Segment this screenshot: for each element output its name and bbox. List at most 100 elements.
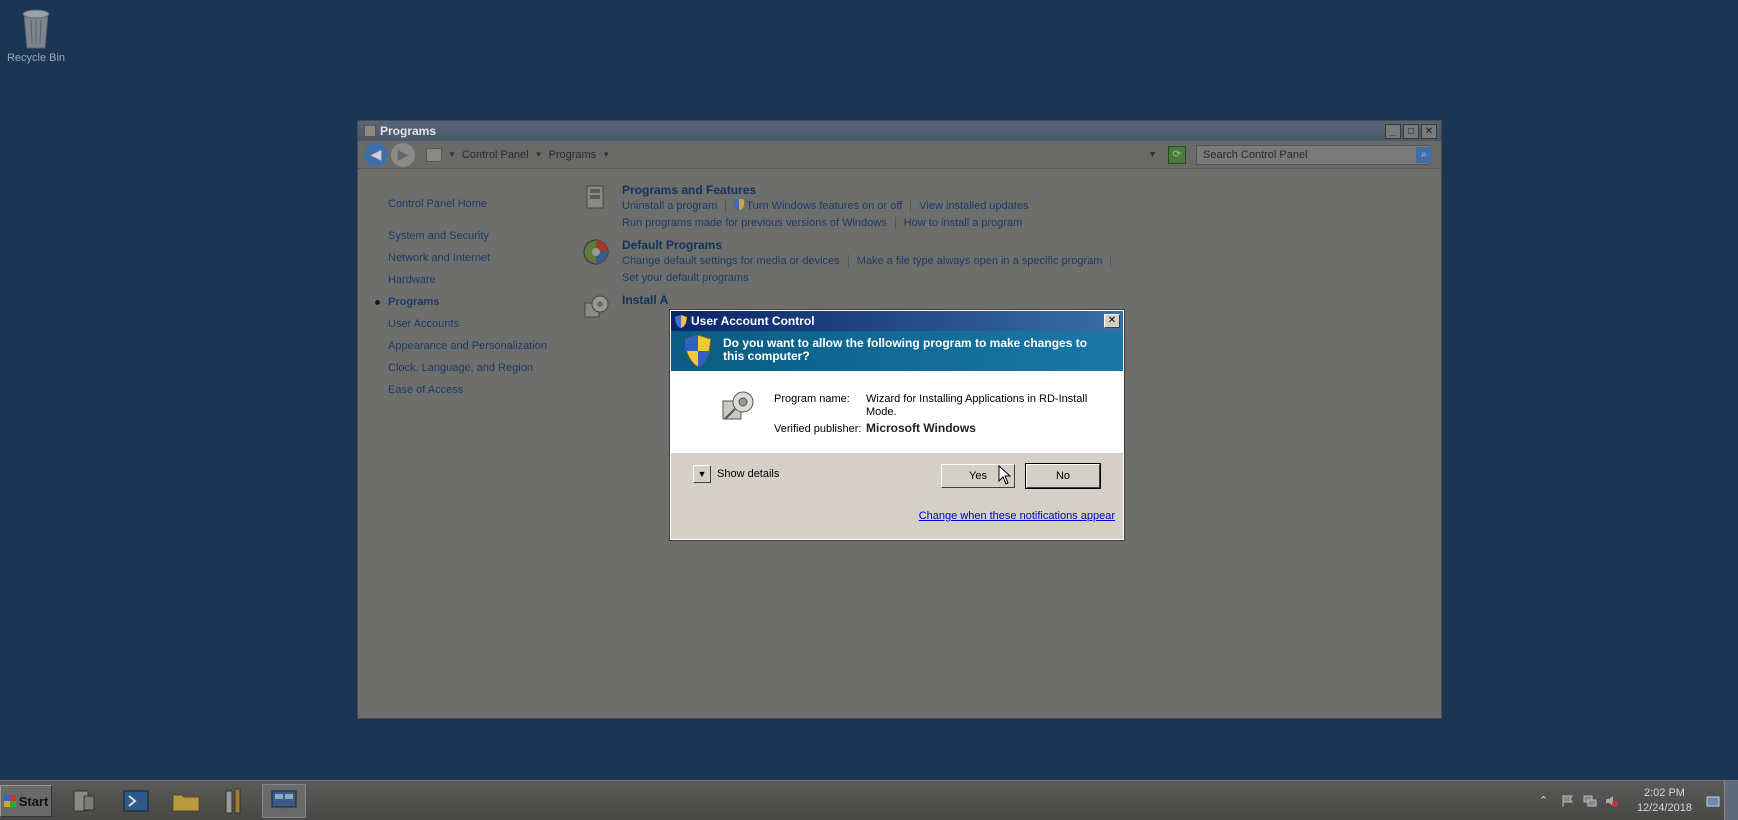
link-separator	[847, 255, 849, 268]
back-arrow-icon: ◀	[370, 146, 382, 162]
category-links: Uninstall a program Turn Windows features…	[622, 198, 1418, 215]
admin-tools-icon	[225, 788, 241, 814]
link-default-media-settings[interactable]: Change default settings for media or dev…	[622, 255, 840, 267]
volume-muted-icon[interactable]	[1605, 794, 1619, 808]
no-button[interactable]: No	[1025, 463, 1101, 489]
network-icon[interactable]	[1583, 794, 1597, 808]
link-windows-features[interactable]: Turn Windows features on or off	[746, 200, 902, 212]
change-notifications-link[interactable]: Change when these notifications appear	[919, 510, 1115, 522]
system-tray: ⌃ 2:02 PM 12/24/2018	[1535, 781, 1738, 820]
program-wizard-icon	[722, 391, 754, 420]
forward-button[interactable]: ▶	[391, 142, 415, 167]
link-set-default-programs[interactable]: Set your default programs	[622, 272, 749, 284]
shield-icon	[685, 335, 711, 367]
category-title[interactable]: Default Programs	[622, 238, 1418, 253]
notification-icon[interactable]	[1706, 794, 1720, 808]
sidebar-item-network-and-internet[interactable]: Network and Internet	[388, 247, 558, 269]
maximize-button[interactable]: □	[1403, 124, 1419, 139]
link-separator	[1110, 255, 1112, 268]
category-links: Set your default programs	[622, 270, 1418, 287]
back-button[interactable]: ◀	[364, 142, 388, 167]
uac-program-info: Program name: Wizard for Installing Appl…	[671, 371, 1123, 453]
category-list: Programs and Features Uninstall a progra…	[578, 183, 1418, 318]
chevron-right-icon[interactable]: ▼	[448, 150, 456, 159]
sidebar-item-clock-language-region[interactable]: Clock, Language, and Region	[388, 357, 558, 379]
minimize-button[interactable]: _	[1385, 124, 1401, 139]
link-separator	[894, 217, 896, 230]
uac-dialog: User Account Control ✕ Do you want to al…	[669, 309, 1125, 541]
default-programs-icon	[583, 239, 609, 265]
powershell-icon	[123, 790, 149, 812]
clock-date: 12/24/2018	[1636, 802, 1692, 814]
programs-and-features-icon	[586, 185, 604, 209]
link-view-installed-updates[interactable]: View installed updates	[919, 200, 1028, 212]
mouse-cursor-icon	[998, 465, 1012, 485]
breadcrumb-programs[interactable]: Programs	[549, 149, 597, 161]
chevron-down-icon[interactable]: ▼	[693, 465, 711, 483]
sidebar-item-system-and-security[interactable]: System and Security	[388, 225, 558, 247]
publisher-label: Verified publisher:	[774, 423, 862, 435]
window-titlebar[interactable]: Programs	[358, 121, 1441, 141]
category-title[interactable]: Programs and Features	[622, 183, 1418, 198]
breadcrumb-control-panel[interactable]: Control Panel	[462, 149, 529, 161]
shield-icon	[734, 199, 745, 210]
flag-icon[interactable]	[1561, 794, 1575, 808]
uac-question: Do you want to allow the following progr…	[723, 336, 1088, 363]
refresh-button[interactable]: ⟳	[1168, 146, 1186, 164]
start-button[interactable]: Start	[0, 785, 52, 817]
server-manager-icon	[73, 790, 95, 812]
sidebar-item-ease-of-access[interactable]: Ease of Access	[388, 379, 558, 401]
taskbar-powershell[interactable]	[114, 784, 158, 818]
address-dropdown-icon[interactable]: ▼	[1148, 149, 1157, 159]
category-title[interactable]: Install A	[622, 293, 1418, 308]
uac-footer: ▼ Show details Yes No Change when these …	[671, 453, 1123, 539]
link-separator	[910, 200, 912, 213]
recycle-bin-icon	[22, 9, 50, 49]
uac-titlebar[interactable]: User Account Control	[671, 311, 1123, 331]
window-close-button[interactable]: ✕	[1421, 124, 1437, 139]
control-panel-icon	[271, 790, 297, 811]
taskbar-tools[interactable]	[212, 784, 256, 818]
sidebar-item-user-accounts[interactable]: User Accounts	[388, 313, 558, 335]
clock[interactable]: 2:02 PM 12/24/2018	[1637, 786, 1692, 816]
taskbar-explorer[interactable]	[164, 784, 208, 818]
chevron-up-icon[interactable]: ⌃	[1539, 794, 1553, 808]
sidebar-item-control-panel-home[interactable]: Control Panel Home	[388, 193, 558, 215]
chevron-down-icon[interactable]: ▼	[602, 150, 610, 159]
category-links: Change default settings for media or dev…	[622, 253, 1418, 270]
start-label: Start	[18, 793, 49, 809]
uac-title: User Account Control	[691, 314, 815, 328]
search-input[interactable]: Search Control Panel	[1196, 145, 1430, 165]
sidebar-item-appearance[interactable]: Appearance and Personalization	[388, 335, 558, 357]
program-name-label: Program name:	[774, 393, 850, 405]
link-how-to-install[interactable]: How to install a program	[904, 217, 1023, 229]
forward-arrow-icon: ▶	[397, 146, 409, 162]
publisher-row: Verified publisher: Microsoft Windows	[774, 421, 976, 435]
link-uninstall-program[interactable]: Uninstall a program	[622, 200, 717, 212]
link-file-type-association[interactable]: Make a file type always open in a specif…	[857, 255, 1103, 267]
clock-time: 2:02 PM	[1643, 787, 1685, 799]
show-details-toggle[interactable]: ▼ Show details	[693, 465, 779, 483]
recycle-bin-label: Recycle Bin	[6, 52, 66, 64]
sidebar-item-hardware[interactable]: Hardware	[388, 269, 558, 291]
sidebar-item-programs[interactable]: Programs	[375, 291, 558, 313]
install-application-icon	[584, 295, 609, 318]
category-links: Run programs made for previous versions …	[622, 215, 1418, 232]
uac-close-button[interactable]: ✕	[1104, 314, 1120, 328]
folder-icon	[172, 794, 200, 812]
category-install-application: Install A	[578, 293, 1418, 318]
link-separator	[725, 200, 727, 213]
control-panel-icon	[426, 147, 442, 162]
chevron-right-icon[interactable]: ▼	[535, 150, 543, 159]
window-title: Programs	[380, 124, 437, 138]
show-desktop-button[interactable]	[1724, 781, 1738, 820]
category-default-programs: Default Programs Change default settings…	[578, 238, 1418, 287]
recycle-bin[interactable]: Recycle Bin	[6, 6, 66, 64]
search-icon[interactable]: ⌕	[1416, 147, 1432, 163]
link-previous-versions[interactable]: Run programs made for previous versions …	[622, 217, 887, 229]
breadcrumb: ▼ Control Panel ▼ Programs ▼	[426, 147, 610, 162]
taskbar-control-panel[interactable]	[262, 784, 306, 818]
taskbar-server-manager[interactable]	[62, 784, 106, 818]
show-details-label[interactable]: Show details	[717, 468, 779, 480]
